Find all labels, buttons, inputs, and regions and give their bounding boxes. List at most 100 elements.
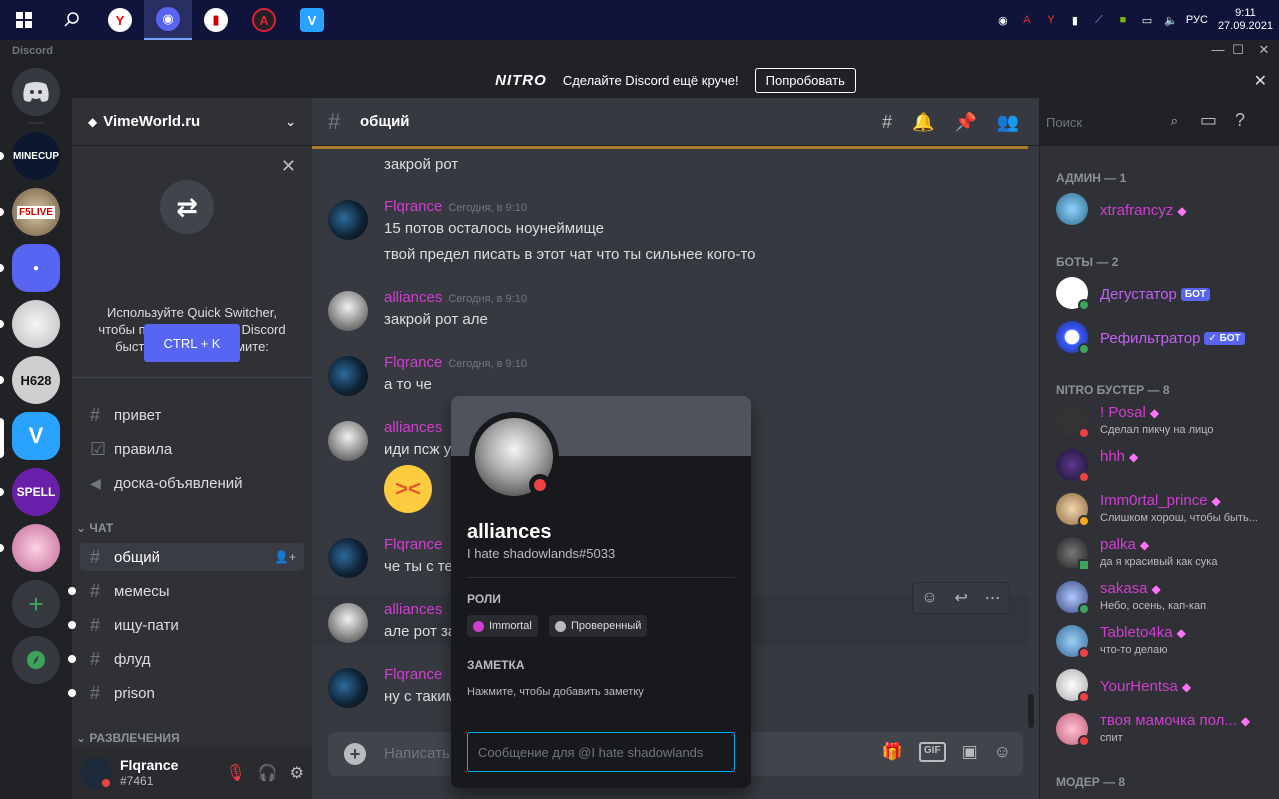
gif-icon[interactable]: GIF (918, 742, 946, 762)
channel-rules[interactable]: ☑ правила (80, 435, 304, 463)
avatar[interactable] (328, 668, 368, 708)
note-input[interactable]: Нажмите, чтобы добавить заметку (467, 686, 644, 698)
explore-servers-button[interactable] (12, 636, 60, 684)
chat-scrollbar[interactable] (1028, 694, 1034, 728)
search-input[interactable]: Поиск ⌕ (1040, 110, 1184, 134)
message-author[interactable]: Flqrance (384, 536, 442, 553)
members-icon[interactable]: 👥 (997, 112, 1019, 133)
member-item[interactable]: sakasa ◆ Небо, осень, кап-кап (1056, 576, 1276, 618)
taskbar-app-vimeworld[interactable]: V (288, 0, 336, 40)
help-icon[interactable]: ? (1235, 110, 1245, 131)
network-icon[interactable]: ▭ (1138, 11, 1156, 29)
upload-plus-icon[interactable]: + (344, 743, 366, 765)
clock[interactable]: 9:11 27.09.2021 (1218, 7, 1273, 33)
minimize-button[interactable]: — (1208, 42, 1228, 60)
avatar[interactable] (328, 421, 368, 461)
close-banner-icon[interactable]: ✕ (1254, 71, 1267, 91)
discord-tray-icon[interactable]: ◉ (994, 11, 1012, 29)
pen-tray-icon[interactable]: ⟋ (1090, 11, 1108, 29)
channel-privet[interactable]: # привет (80, 401, 304, 429)
language-indicator[interactable]: РУС (1186, 11, 1208, 29)
guild-minecup[interactable]: MINECUP (12, 132, 60, 180)
direct-message-input[interactable]: Сообщение для @I hate shadowlands (467, 732, 735, 772)
member-item[interactable]: твоя мамочка пол... ◆ спит (1056, 708, 1276, 750)
gift-icon[interactable]: 🎁 (882, 742, 903, 762)
guild-anime[interactable] (12, 300, 60, 348)
user-tag: #7461 (120, 774, 154, 788)
member-item[interactable]: palka ◆ да я красивый как сука (1056, 532, 1276, 574)
avatar[interactable] (80, 757, 112, 789)
antivirus-tray-icon[interactable]: A (1018, 11, 1036, 29)
close-window-button[interactable]: ✕ (1254, 42, 1274, 60)
taskbar-app-yandex[interactable]: Y (96, 0, 144, 40)
guild-h628[interactable]: H628 (12, 356, 60, 404)
sticker-icon[interactable]: ▣ (962, 742, 978, 762)
guild-f5live[interactable]: F5LIVE (12, 188, 60, 236)
add-reaction-icon[interactable]: ☺ (921, 589, 937, 607)
category-chat[interactable]: ⌄ ЧАТ (76, 521, 113, 535)
deafen-icon[interactable]: 🎧 (258, 763, 278, 783)
nitro-try-button[interactable]: Попробовать (754, 67, 856, 93)
bell-icon[interactable]: 🔔 (912, 112, 934, 133)
channel-flood[interactable]: # флуд (80, 645, 304, 673)
nvidia-tray-icon[interactable]: ■ (1114, 11, 1132, 29)
guild-spell[interactable]: SPELL (12, 468, 60, 516)
emoji-icon[interactable]: ☺ (994, 742, 1011, 762)
message-author[interactable]: alliances Сегодня, в 9:10 (384, 289, 527, 306)
avatar[interactable] (328, 538, 368, 578)
channel-general[interactable]: # общий 👤+ (80, 543, 304, 571)
channel-lfg[interactable]: # ищу-пати (80, 611, 304, 639)
volume-icon[interactable]: 🔈 (1162, 11, 1180, 29)
role-chip[interactable]: Immortal (467, 615, 538, 637)
mouse-tray-icon[interactable]: ▮ (1066, 11, 1084, 29)
taskbar-app-discord[interactable]: ◉ (144, 0, 192, 40)
quick-switcher-button[interactable]: CTRL + K (144, 324, 240, 362)
add-server-button[interactable]: + (12, 580, 60, 628)
settings-gear-icon[interactable]: ⚙ (290, 763, 304, 783)
pin-icon[interactable]: 📌 (954, 112, 976, 133)
avatar[interactable] (328, 200, 368, 240)
channel-announcements[interactable]: ◀ доска-объявлений (80, 469, 304, 497)
role-chip[interactable]: Проверенный (549, 615, 648, 637)
member-item[interactable]: hhh ◆ (1056, 444, 1276, 486)
channel-memes[interactable]: # мемесы (80, 577, 304, 605)
channel-prison[interactable]: # prison (80, 679, 304, 707)
member-item[interactable]: YourHentsa ◆ (1056, 664, 1276, 706)
taskbar-search-button[interactable] (48, 0, 96, 40)
member-item[interactable]: Дегустатор БОТ (1056, 272, 1276, 314)
more-options-icon[interactable]: ⋯ (985, 588, 1001, 608)
message-author[interactable]: alliances (384, 601, 442, 618)
reply-icon[interactable]: ↩ (954, 588, 967, 608)
message-author[interactable]: alliances (384, 419, 442, 436)
threads-icon[interactable]: # (882, 112, 892, 133)
invite-icon[interactable]: 👤+ (274, 550, 296, 564)
guild-anime-2[interactable] (12, 524, 60, 572)
taskbar-app-antivirus[interactable]: A (240, 0, 288, 40)
avatar[interactable] (328, 291, 368, 331)
home-button[interactable] (12, 68, 60, 116)
member-item[interactable]: xtrafrancyz ◆ (1056, 188, 1276, 230)
start-button[interactable] (0, 0, 48, 40)
maximize-button[interactable]: ☐ (1228, 42, 1248, 60)
guild-vimeworld[interactable]: V (12, 412, 60, 460)
category-fun[interactable]: ⌄ РАЗВЛЕЧЕНИЯ (76, 731, 180, 745)
message-author[interactable]: Flqrance Сегодня, в 9:10 (384, 198, 527, 215)
avatar[interactable] (328, 603, 368, 643)
member-item[interactable]: Tableto4ka ◆ что-то делаю (1056, 620, 1276, 662)
inbox-icon[interactable]: ▭ (1200, 110, 1217, 131)
message-time: Сегодня, в 9:10 (448, 202, 527, 214)
avatar[interactable] (328, 356, 368, 396)
online-status-icon (1078, 299, 1090, 311)
mute-mic-icon[interactable]: 🎙 (225, 763, 245, 783)
taskbar-app-mouse[interactable]: ▮ (192, 0, 240, 40)
guild-planet[interactable]: ● (12, 244, 60, 292)
hash-icon: # (328, 109, 341, 134)
server-header[interactable]: ◆ VimeWorld.ru ⌄ (72, 98, 312, 146)
member-item[interactable]: Imm0rtal_prince ◆ Слишком хорош, чтобы бы… (1056, 488, 1276, 530)
member-item[interactable]: Рефильтратор ✓ БОТ (1056, 316, 1276, 358)
member-item[interactable]: ! Posal ◆ Сделал пикчу на лицо (1056, 400, 1276, 442)
message-author[interactable]: Flqrance Сегодня, в 9:10 (384, 354, 527, 371)
yandex-tray-icon[interactable]: Y (1042, 11, 1060, 29)
close-tip-icon[interactable]: ✕ (281, 156, 296, 177)
message-author[interactable]: Flqrance (384, 666, 442, 683)
